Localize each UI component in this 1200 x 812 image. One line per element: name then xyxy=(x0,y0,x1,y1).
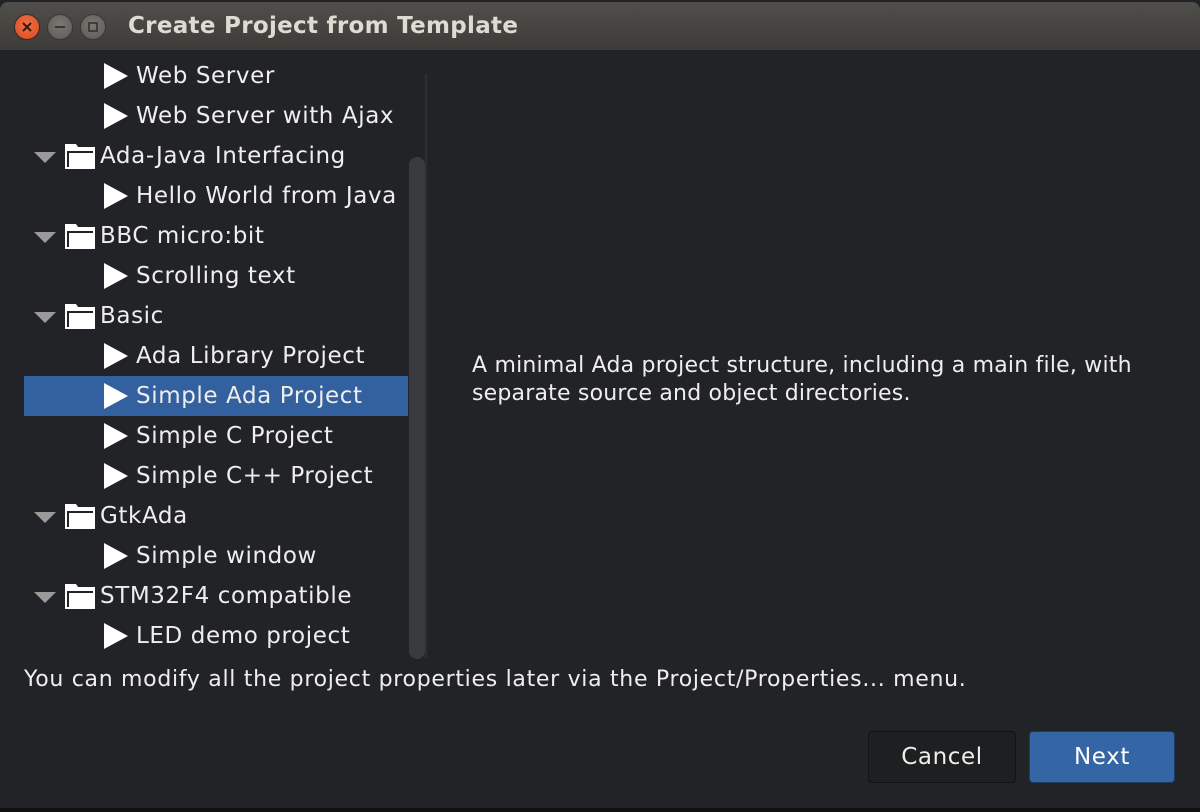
tree-scrollbar[interactable] xyxy=(409,157,425,659)
template-play-icon xyxy=(104,463,128,489)
indent xyxy=(24,416,128,456)
indent xyxy=(24,336,128,376)
tree-template-item[interactable]: Ada Library Project xyxy=(24,336,408,376)
indent xyxy=(24,376,128,416)
template-play-icon xyxy=(104,623,128,649)
minimize-window-button[interactable] xyxy=(47,14,73,40)
tree-template-item[interactable]: Web Server with Ajax xyxy=(24,96,408,136)
close-icon xyxy=(22,22,32,32)
tree-row-label: Simple window xyxy=(136,543,317,569)
tree-category[interactable]: Ada-Java Interfacing xyxy=(24,136,408,176)
tree-template-item[interactable]: Scrolling text xyxy=(24,256,408,296)
tree-row-label: Scrolling text xyxy=(136,263,296,289)
tree-row-label: Basic xyxy=(100,303,164,329)
maximize-window-button[interactable] xyxy=(80,14,106,40)
indent xyxy=(24,58,128,96)
minimize-icon xyxy=(55,26,65,28)
tree-row-label: Simple Ada Project xyxy=(136,383,363,409)
folder-icon xyxy=(65,144,95,169)
expander-area xyxy=(24,296,100,336)
tree-row-label: Web Server with Ajax xyxy=(136,103,395,129)
template-description: A minimal Ada project structure, includi… xyxy=(472,353,1132,406)
properties-hint: You can modify all the project propertie… xyxy=(24,667,967,692)
template-tree-list: Web Server Web Server with Ajax Ada-Java I… xyxy=(24,58,408,656)
expander-area xyxy=(24,216,100,256)
next-button[interactable]: Next xyxy=(1029,731,1175,783)
tree-row-label: Simple C++ Project xyxy=(136,463,374,489)
template-play-icon xyxy=(104,543,128,569)
tree-row-label: GtkAda xyxy=(100,503,188,529)
cancel-button[interactable]: Cancel xyxy=(868,731,1016,783)
expander-area xyxy=(24,496,100,536)
indent xyxy=(24,536,128,576)
indent xyxy=(24,616,128,656)
tree-row-label: Web Server xyxy=(136,63,275,89)
expander-area xyxy=(24,576,100,616)
folder-icon xyxy=(65,504,95,529)
create-project-dialog: Create Project from Template Web Server W… xyxy=(0,0,1200,808)
tree-category[interactable]: Basic xyxy=(24,296,408,336)
title-bar: Create Project from Template xyxy=(0,2,1200,50)
tree-category[interactable]: BBC micro:bit xyxy=(24,216,408,256)
template-play-icon xyxy=(104,423,128,449)
template-play-icon xyxy=(104,383,128,409)
pane-divider[interactable] xyxy=(425,74,427,658)
tree-row-label: Ada Library Project xyxy=(136,343,366,369)
tree-template-item[interactable]: LED demo project xyxy=(24,616,408,656)
maximize-icon xyxy=(88,22,98,32)
indent xyxy=(24,456,128,496)
indent xyxy=(24,96,128,136)
tree-row-label: STM32F4 compatible xyxy=(100,583,353,609)
window-title: Create Project from Template xyxy=(128,13,519,39)
expander-area xyxy=(24,136,100,176)
tree-row-label: Hello World from Java xyxy=(136,183,397,209)
indent xyxy=(24,176,128,216)
tree-template-item[interactable]: Simple window xyxy=(24,536,408,576)
tree-template-item[interactable]: Simple C Project xyxy=(24,416,408,456)
tree-category[interactable]: GtkAda xyxy=(24,496,408,536)
tree-row-label: LED demo project xyxy=(136,623,351,649)
expand-arrow-icon[interactable] xyxy=(34,592,56,603)
desktop-background xyxy=(0,808,1200,812)
tree-template-item[interactable]: Hello World from Java xyxy=(24,176,408,216)
template-play-icon xyxy=(104,183,128,209)
template-play-icon xyxy=(104,343,128,369)
tree-template-item[interactable]: Simple Ada Project xyxy=(24,376,408,416)
indent xyxy=(24,256,128,296)
expand-arrow-icon[interactable] xyxy=(34,512,56,523)
template-play-icon xyxy=(104,263,128,289)
template-tree[interactable]: Web Server Web Server with Ajax Ada-Java I… xyxy=(24,58,426,658)
close-window-button[interactable] xyxy=(14,14,40,40)
template-play-icon xyxy=(104,63,128,89)
folder-icon xyxy=(65,584,95,609)
tree-category[interactable]: STM32F4 compatible xyxy=(24,576,408,616)
tree-row-label: BBC micro:bit xyxy=(100,223,265,249)
expand-arrow-icon[interactable] xyxy=(34,312,56,323)
tree-template-item[interactable]: Simple C++ Project xyxy=(24,456,408,496)
template-play-icon xyxy=(104,103,128,129)
folder-icon xyxy=(65,304,95,329)
tree-row-label: Ada-Java Interfacing xyxy=(100,143,346,169)
folder-icon xyxy=(65,224,95,249)
expand-arrow-icon[interactable] xyxy=(34,152,56,163)
tree-row-label: Simple C Project xyxy=(136,423,334,449)
expand-arrow-icon[interactable] xyxy=(34,232,56,243)
tree-template-item[interactable]: Web Server xyxy=(24,58,408,96)
